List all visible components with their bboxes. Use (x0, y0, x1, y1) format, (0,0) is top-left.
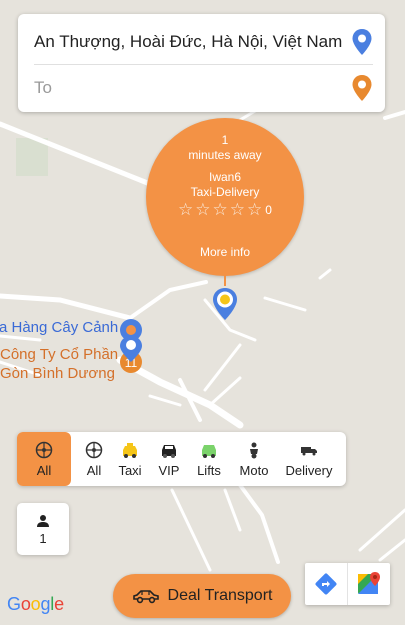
star-icon: ☆ (195, 200, 211, 219)
star-icon: ☆ (178, 200, 194, 219)
rating-count: 0 (265, 203, 272, 217)
wheel-icon (85, 441, 103, 459)
eta-number: 1 (221, 133, 229, 147)
origin-pin-icon (352, 29, 372, 55)
star-icon: ☆ (229, 200, 246, 219)
destination-pin-icon (352, 75, 372, 101)
star-icon: ☆ (247, 200, 263, 219)
poi-label-plant-shop: a Hàng Cây Cảnh (0, 319, 119, 336)
origin-row[interactable]: An Thượng, Hoài Đức, Hà Nội, Việt Nam (34, 20, 373, 65)
filter-all[interactable]: All (81, 432, 107, 486)
taxi-car-icon (123, 443, 137, 458)
wheel-icon (35, 441, 53, 459)
poi-marker-icon[interactable]: 11 (116, 318, 146, 374)
filter-label: VIP (158, 463, 180, 478)
directions-icon (315, 573, 337, 595)
deal-transport-button[interactable]: Deal Transport (113, 574, 291, 618)
google-logo: Google (7, 594, 64, 614)
filter-moto[interactable]: Moto (235, 432, 273, 486)
filter-lifts[interactable]: Lifts (193, 432, 225, 486)
origin-field[interactable]: An Thượng, Hoài Đức, Hà Nội, Việt Nam (34, 32, 345, 52)
route-card: An Thượng, Hoài Đức, Hà Nội, Việt Nam To (18, 14, 385, 112)
bubble-stem (224, 274, 226, 286)
vip-car-icon (162, 445, 176, 458)
more-info-link[interactable]: More info (146, 245, 304, 259)
poi-label-company-2: Gòn Bình Dương (0, 365, 115, 382)
filter-all-active[interactable]: All (17, 432, 71, 486)
google-maps-icon (358, 572, 380, 594)
poi-label-company: Công Ty Cổ Phần (0, 346, 119, 363)
filter-delivery[interactable]: Delivery (283, 432, 335, 486)
car-outline-icon (132, 590, 159, 604)
lift-car-icon (202, 445, 216, 458)
person-icon (37, 515, 49, 527)
filter-label: Taxi (118, 463, 142, 478)
driver-info-bubble[interactable]: 1 minutes away Iwan6 Taxi-Delivery ☆ ☆ ☆… (146, 118, 304, 276)
destination-row[interactable]: To (34, 66, 373, 110)
passenger-count: 1 (39, 531, 47, 546)
filter-label: All (36, 463, 52, 478)
vehicle-filter-bar: All All Taxi VIP Lifts Moto Delivery (17, 432, 346, 486)
driver-rating: ☆ ☆ ☆ ☆ ☆ 0 (146, 200, 304, 219)
filter-taxi[interactable]: Taxi (115, 432, 145, 486)
destination-field[interactable]: To (34, 78, 345, 98)
directions-button[interactable] (305, 563, 347, 605)
map-toolbar (305, 563, 390, 605)
driver-name: Iwan6 (208, 170, 242, 184)
truck-icon (301, 447, 317, 456)
motorbike-icon (250, 442, 258, 459)
filter-label: Lifts (197, 463, 221, 478)
filter-label: All (86, 463, 102, 478)
driver-marker-icon[interactable] (211, 286, 239, 322)
filter-label: Delivery (285, 463, 333, 478)
star-icon: ☆ (212, 200, 228, 219)
deal-transport-label: Deal Transport (167, 587, 273, 604)
filter-label: Moto (239, 463, 269, 478)
eta-unit: minutes away (188, 148, 262, 162)
open-google-maps-button[interactable] (348, 563, 390, 605)
driver-service: Taxi-Delivery (190, 185, 260, 199)
passenger-count-button[interactable]: 1 (17, 503, 69, 555)
filter-vip[interactable]: VIP (155, 432, 183, 486)
